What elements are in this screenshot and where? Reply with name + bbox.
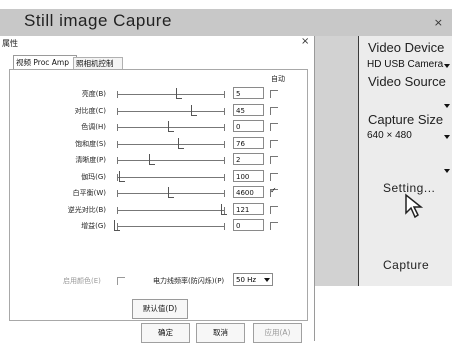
slider-track[interactable] bbox=[117, 176, 224, 178]
auto-checkbox[interactable] bbox=[270, 156, 278, 164]
slider-track[interactable] bbox=[117, 226, 224, 227]
auto-checkbox[interactable] bbox=[270, 90, 278, 98]
slider-track-end bbox=[224, 107, 225, 115]
video-device-value: HD USB Camera bbox=[367, 59, 444, 70]
slider-thumb[interactable] bbox=[167, 121, 174, 132]
slider-thumb[interactable] bbox=[176, 88, 183, 99]
app-titlebar: Still image Capure × bbox=[0, 9, 452, 36]
extra-select[interactable] bbox=[367, 164, 452, 179]
slider-thumb[interactable] bbox=[178, 137, 185, 149]
property-value-input[interactable]: 0 bbox=[233, 120, 264, 132]
slider-track[interactable] bbox=[117, 209, 224, 211]
chevron-down-icon bbox=[264, 278, 270, 282]
slider-track-end bbox=[224, 140, 225, 148]
property-label: 对比度(C) bbox=[74, 106, 106, 115]
color-enable-label: 启用颜色(E) bbox=[63, 277, 101, 285]
video-source-label: Video Source bbox=[368, 74, 446, 89]
property-value-input[interactable]: 2 bbox=[233, 153, 264, 165]
video-device-label: Video Device bbox=[368, 40, 445, 55]
auto-checkbox[interactable] bbox=[270, 106, 278, 115]
power-line-frequency-value: 50 Hz bbox=[236, 276, 257, 284]
slider-track[interactable] bbox=[117, 160, 224, 161]
capture-button[interactable]: Capture bbox=[383, 258, 429, 272]
auto-checkbox[interactable] bbox=[270, 222, 278, 230]
power-line-frequency-select[interactable]: 50 Hz bbox=[233, 273, 273, 286]
app-title: Still image Capure bbox=[24, 11, 172, 30]
apply-button[interactable]: 应用(A) bbox=[253, 323, 302, 343]
tab-video-proc-amp[interactable]: 视频 Proc Amp bbox=[13, 55, 77, 70]
auto-checkbox[interactable] bbox=[270, 205, 278, 214]
slider-track-end bbox=[224, 157, 225, 164]
dialog-close-icon[interactable]: × bbox=[301, 36, 309, 47]
capture-size-select[interactable]: 640 × 480 bbox=[367, 130, 452, 145]
property-value-input[interactable]: 0 bbox=[233, 219, 264, 231]
slider-track-end bbox=[224, 173, 225, 181]
property-label: 色调(H) bbox=[81, 123, 106, 131]
chevron-down-icon bbox=[444, 104, 450, 108]
property-value-input[interactable]: 100 bbox=[233, 169, 264, 182]
properties-dialog: 属性 × 视频 Proc Amp 照相机控制 自动 亮度(B) 5 对比度(C) 45… bbox=[0, 36, 315, 341]
auto-checkbox[interactable] bbox=[270, 186, 278, 197]
slider-thumb[interactable] bbox=[114, 220, 120, 231]
auto-column-header: 自动 bbox=[271, 75, 285, 83]
property-label: 伽玛(G) bbox=[81, 172, 106, 181]
slider-track-end bbox=[224, 190, 225, 197]
property-row: 色调(H) 0 bbox=[0, 120, 314, 134]
property-row: 对比度(C) 45 bbox=[0, 103, 314, 118]
property-value-input[interactable]: 4600 bbox=[233, 186, 264, 198]
slider-track[interactable] bbox=[117, 94, 224, 95]
auto-checkbox[interactable] bbox=[270, 172, 278, 181]
property-row: 亮度(B) 5 bbox=[0, 87, 314, 101]
capture-size-label: Capture Size bbox=[368, 112, 444, 127]
property-row: 逆光对比(B) 121 bbox=[0, 202, 314, 217]
color-enable-checkbox[interactable] bbox=[117, 277, 125, 285]
chevron-down-icon bbox=[444, 135, 450, 139]
slider-track[interactable] bbox=[117, 143, 224, 145]
app-close-icon[interactable]: × bbox=[434, 16, 443, 29]
property-value-input[interactable]: 121 bbox=[233, 202, 264, 215]
capture-app-window: Still image Capure × Video Device HD USB… bbox=[0, 0, 452, 343]
slider-thumb[interactable] bbox=[191, 104, 198, 116]
property-row: 清晰度(P) 2 bbox=[0, 153, 314, 167]
slider-track-end bbox=[224, 223, 225, 230]
video-device-select[interactable]: HD USB Camera bbox=[367, 59, 452, 74]
slider-track-end bbox=[224, 124, 225, 131]
property-value-input[interactable]: 45 bbox=[233, 103, 264, 116]
property-label: 增益(G) bbox=[81, 222, 106, 230]
property-value-input[interactable]: 5 bbox=[233, 87, 264, 99]
default-button[interactable]: 默认值(D) bbox=[132, 299, 188, 319]
chevron-down-icon bbox=[444, 169, 450, 173]
cancel-button[interactable]: 取消 bbox=[196, 323, 245, 343]
property-row: 增益(G) 0 bbox=[0, 219, 314, 233]
auto-checkbox[interactable] bbox=[270, 123, 278, 131]
dialog-title: 属性 bbox=[2, 39, 18, 48]
preview-area-edge bbox=[314, 36, 360, 286]
slider-thumb[interactable] bbox=[119, 170, 126, 182]
slider-thumb[interactable] bbox=[167, 187, 174, 198]
slider-track-end bbox=[224, 91, 225, 98]
property-label: 白平衡(W) bbox=[72, 189, 106, 197]
property-label: 饱和度(S) bbox=[75, 139, 106, 148]
property-row: 白平衡(W) 4600 bbox=[0, 186, 314, 200]
property-row: 伽玛(G) 100 bbox=[0, 169, 314, 184]
right-control-panel: Video Device HD USB Camera Video Source … bbox=[359, 36, 452, 286]
slider-thumb[interactable] bbox=[149, 154, 156, 165]
capture-size-value: 640 × 480 bbox=[367, 130, 412, 141]
property-value-input[interactable]: 76 bbox=[233, 136, 264, 149]
property-label: 清晰度(P) bbox=[75, 156, 106, 164]
ok-button[interactable]: 确定 bbox=[141, 323, 190, 343]
property-label: 亮度(B) bbox=[81, 90, 106, 98]
power-line-frequency-label: 电力线频率(防闪烁)(P) bbox=[153, 277, 225, 285]
property-label: 逆光对比(B) bbox=[67, 205, 106, 214]
auto-checkbox[interactable] bbox=[270, 139, 278, 148]
mouse-cursor-icon bbox=[405, 193, 424, 219]
slider-thumb[interactable] bbox=[221, 203, 227, 215]
property-row: 饱和度(S) 76 bbox=[0, 136, 314, 151]
slider-track[interactable] bbox=[117, 110, 224, 112]
chevron-down-icon bbox=[444, 64, 450, 68]
